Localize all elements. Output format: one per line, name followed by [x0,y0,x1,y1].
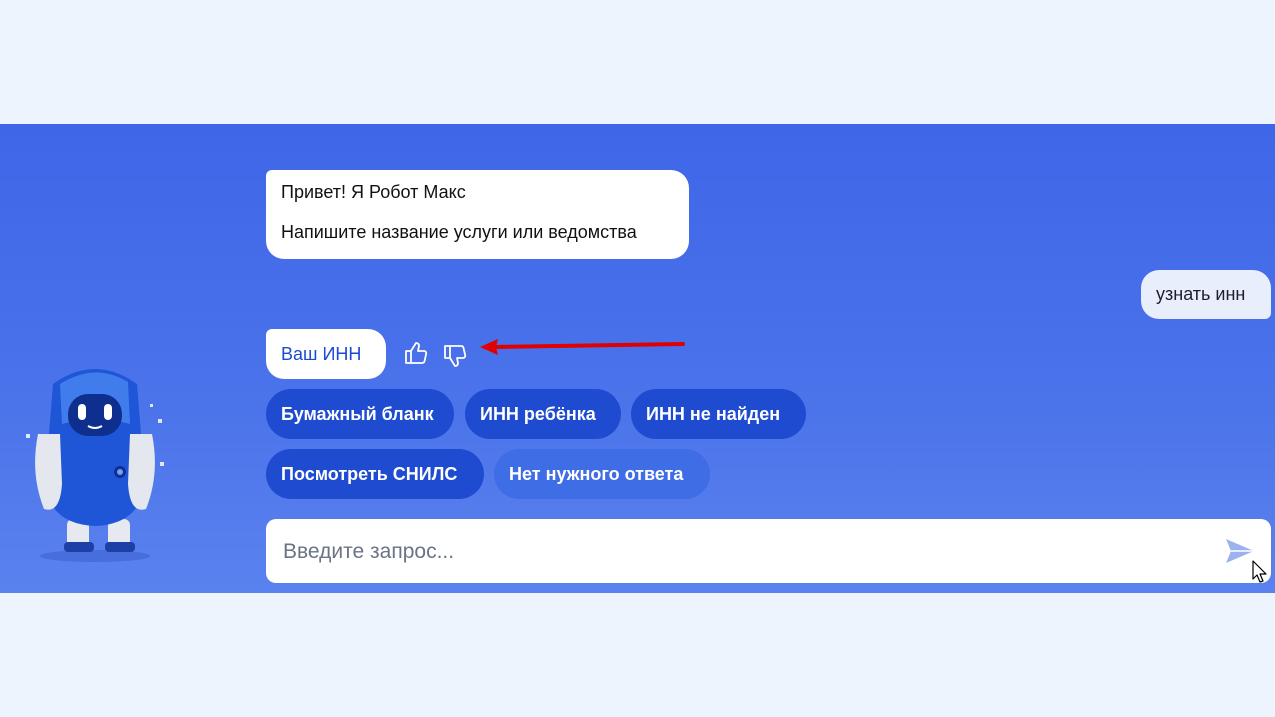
suggestion-label: ИНН ребёнка [480,404,596,424]
user-message-text: узнать инн [1156,284,1246,304]
suggestion-label: Бумажный бланк [281,404,434,424]
bot-answer-link[interactable]: Ваш ИНН [266,329,386,379]
thumbs-down-icon[interactable] [442,343,468,369]
greeting-line-2: Напишите название услуги или ведомства [281,222,637,242]
suggestion-view-snils[interactable]: Посмотреть СНИЛС [266,449,484,499]
robot-mascot [26,369,164,562]
suggestion-child-inn[interactable]: ИНН ребёнка [465,389,621,439]
suggestion-no-answer[interactable]: Нет нужного ответа [494,449,710,499]
red-arrow-annotation [480,339,685,355]
thumbs-up-icon[interactable] [403,340,429,366]
suggestion-label: ИНН не найден [646,404,781,424]
suggestion-paper-form[interactable]: Бумажный бланк [266,389,454,439]
bot-greeting-message: Привет! Я Робот Макс Напишите название у… [266,170,689,259]
suggestion-label: Нет нужного ответа [509,464,684,484]
user-message: узнать инн [1141,270,1271,319]
mouse-cursor-icon [1252,560,1267,583]
greeting-line-1: Привет! Я Робот Макс [281,182,466,202]
suggestion-label: Посмотреть СНИЛС [281,464,458,484]
suggestion-inn-not-found[interactable]: ИНН не найден [631,389,806,439]
bot-answer-text: Ваш ИНН [281,344,362,364]
chat-query-input[interactable] [281,535,1215,569]
chat-input-box[interactable] [266,519,1271,583]
chat-panel: Привет! Я Робот Макс Напишите название у… [0,124,1275,593]
